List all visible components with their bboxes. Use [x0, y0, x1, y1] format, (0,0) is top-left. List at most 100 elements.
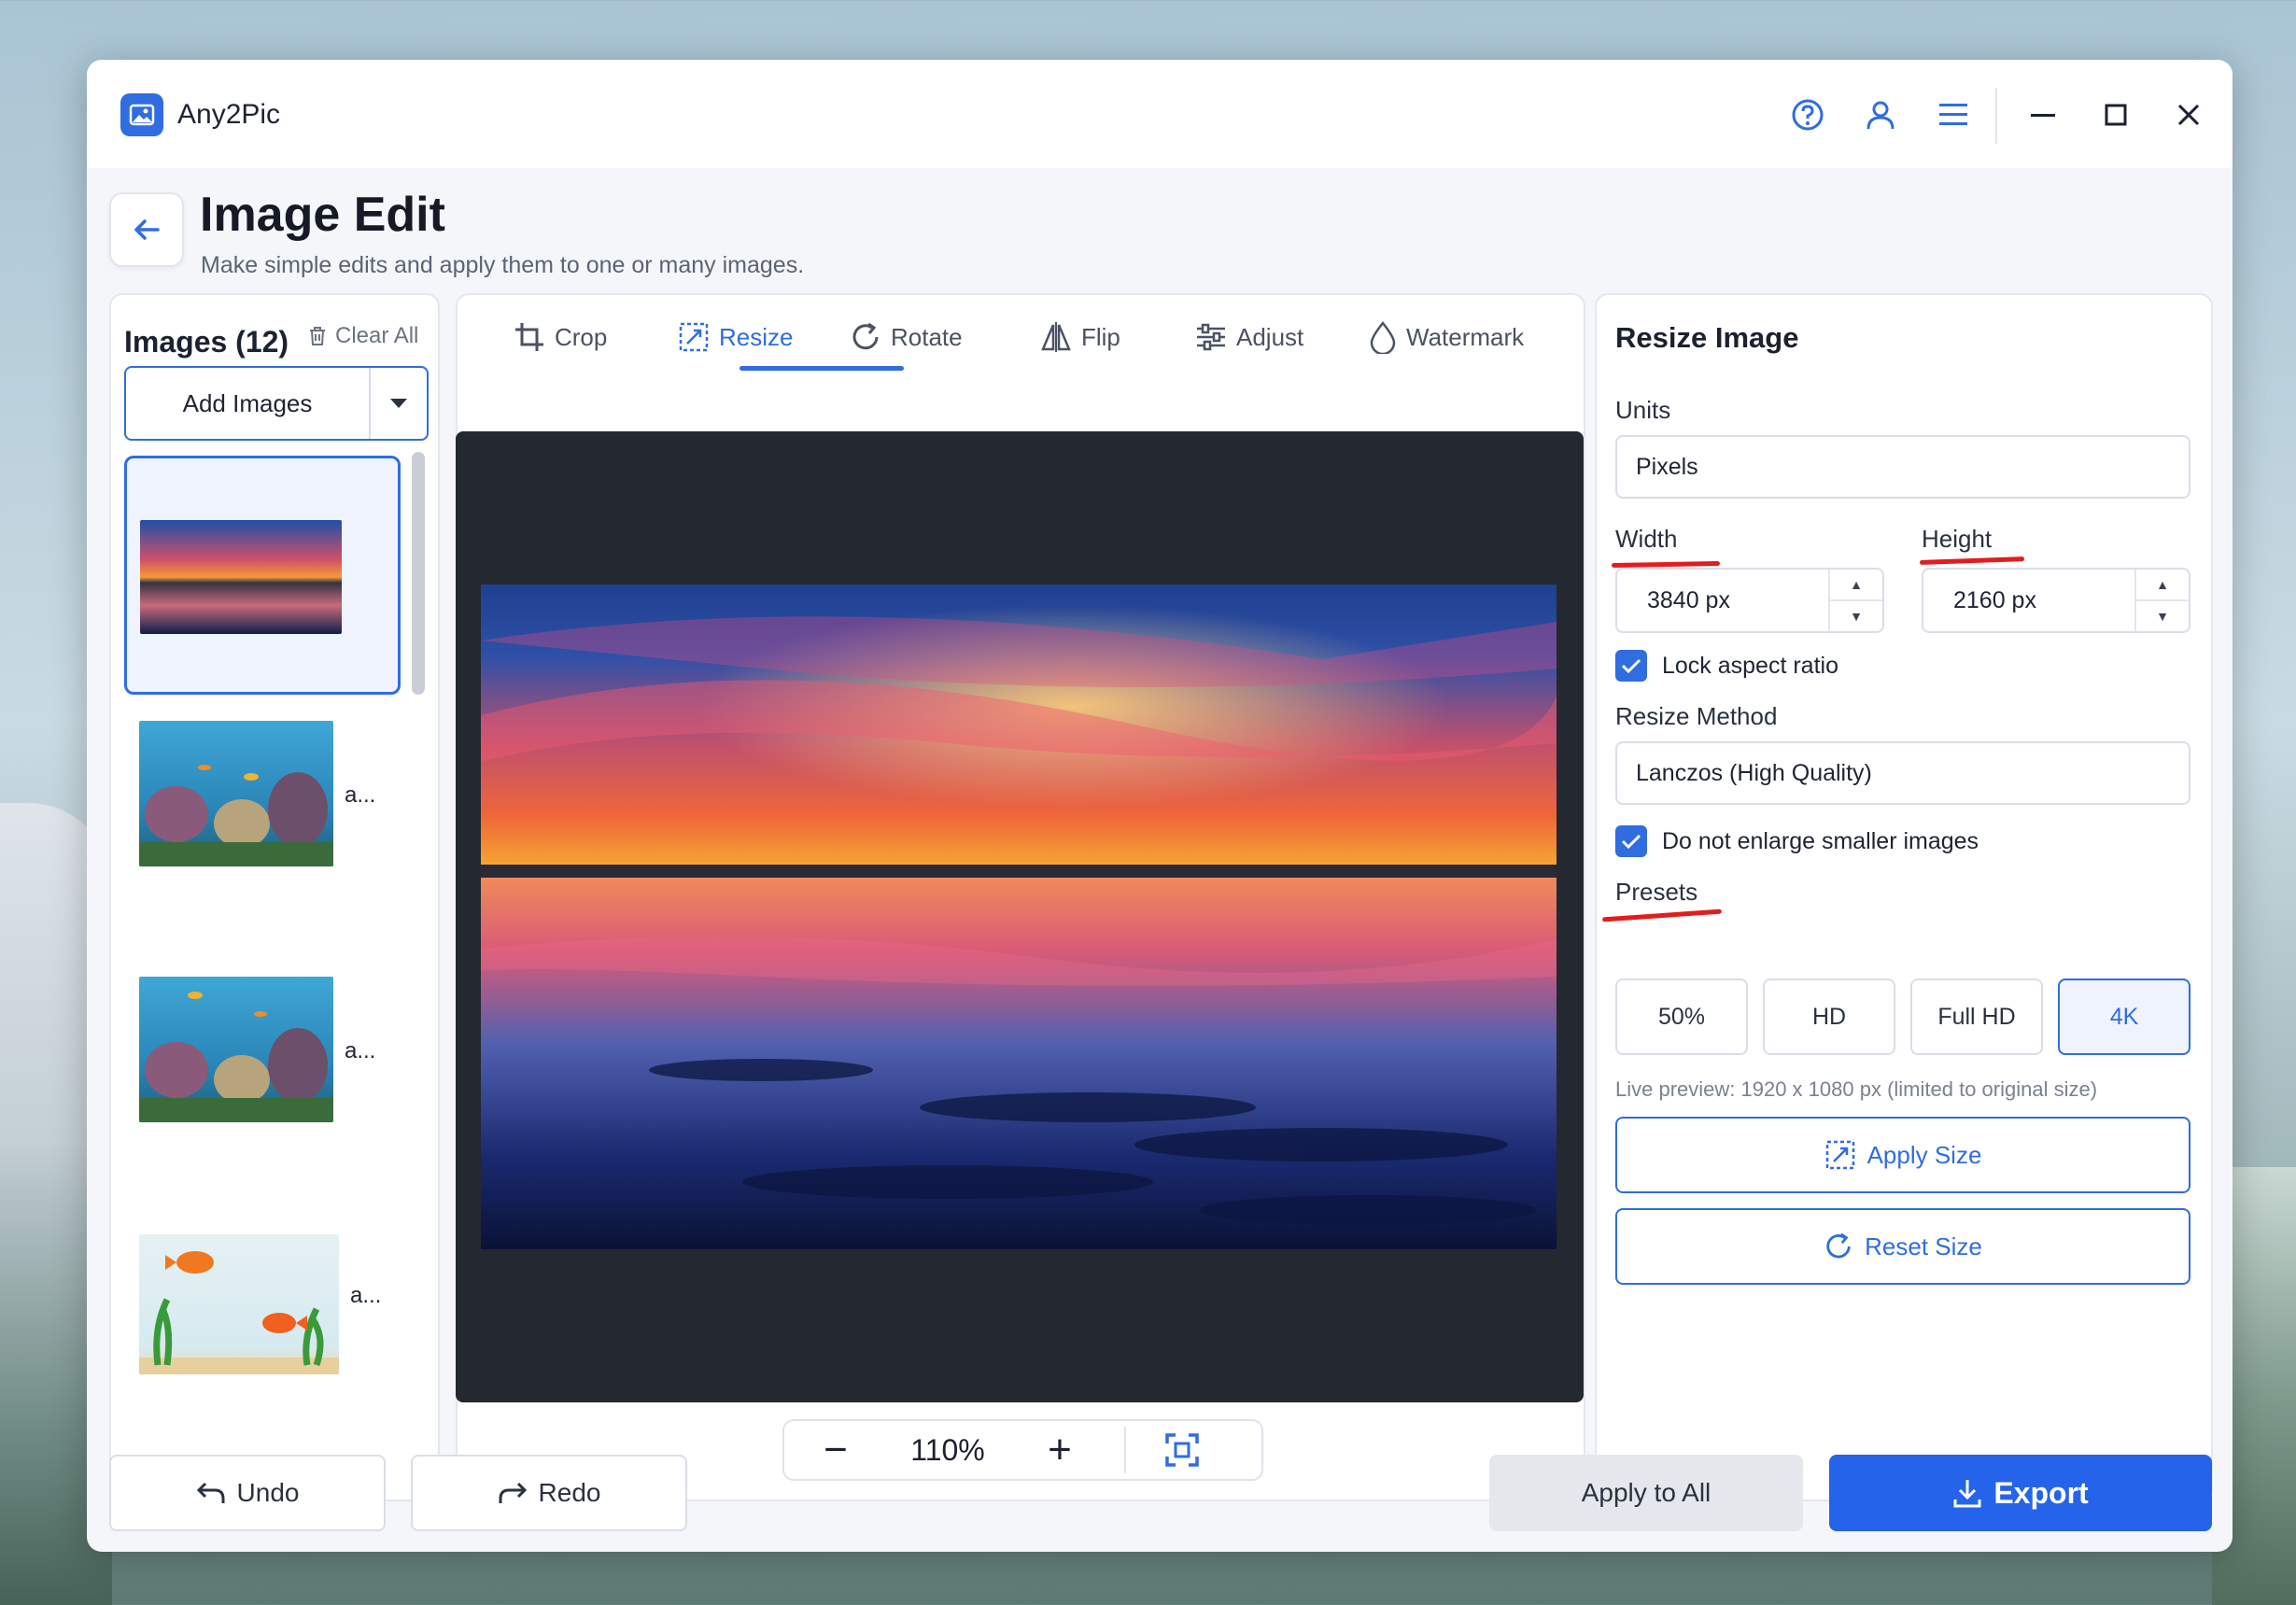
units-select[interactable]: Pixels: [1615, 435, 2190, 499]
checkmark-icon[interactable]: [1615, 825, 1647, 857]
fit-screen-icon: [1165, 1433, 1199, 1467]
clear-all-label: Clear All: [335, 323, 419, 348]
sunset-preview-image: [481, 584, 1556, 1249]
export-button[interactable]: Export: [1829, 1455, 2212, 1531]
image-list-scrollbar[interactable]: [412, 452, 425, 695]
close-icon[interactable]: [2165, 92, 2212, 138]
undo-label: Undo: [236, 1478, 300, 1507]
editor-panel: Crop Resize Rotate Flip Adjust Watermark: [456, 293, 1585, 1501]
increment-arrow-icon[interactable]: ▲: [1830, 570, 1882, 601]
redo-label: Redo: [538, 1478, 601, 1507]
images-panel: Images (12) Clear All Add Images s... a.…: [109, 293, 440, 1501]
aquarium-thumbnail: [139, 977, 333, 1122]
tab-resize[interactable]: Resize: [678, 312, 793, 362]
tab-watermark[interactable]: Watermark: [1369, 312, 1524, 362]
arrow-left-icon: [134, 219, 160, 240]
export-label: Export: [1993, 1475, 2089, 1510]
no-enlarge-label: Do not enlarge smaller images: [1662, 827, 1979, 854]
images-title: Images (12): [124, 325, 289, 359]
preset-4k[interactable]: 4K: [2058, 978, 2190, 1055]
preset-50-percent[interactable]: 50%: [1615, 978, 1748, 1055]
height-input[interactable]: 2160 px ▲ ▼: [1922, 568, 2190, 633]
watermark-icon: [1370, 320, 1396, 354]
app-name: Any2Pic: [177, 99, 281, 130]
tab-label: Crop: [555, 322, 608, 351]
resize-title: Resize Image: [1615, 321, 1799, 354]
annotation-underline: [1611, 560, 1721, 569]
reset-size-button[interactable]: Reset Size: [1615, 1208, 2190, 1285]
minimize-icon[interactable]: [2020, 92, 2066, 138]
width-input[interactable]: 3840 px ▲ ▼: [1615, 568, 1884, 633]
resize-icon: [679, 322, 709, 352]
clear-all-button[interactable]: Clear All: [307, 323, 418, 349]
image-name: a...: [345, 1038, 376, 1063]
aquarium-thumbnail: [139, 721, 333, 866]
download-icon: [1953, 1480, 1981, 1508]
tab-label: Rotate: [891, 322, 963, 351]
tab-label: Resize: [719, 322, 794, 351]
image-name: s...: [355, 565, 386, 590]
adjust-icon: [1197, 323, 1225, 351]
decrement-arrow-icon[interactable]: ▼: [1830, 601, 1882, 631]
add-images-dropdown[interactable]: [369, 368, 427, 439]
trash-icon: [310, 327, 325, 345]
menu-icon[interactable]: [1930, 92, 1977, 138]
image-list[interactable]: s... a... a... a...: [124, 456, 404, 1492]
apply-size-label: Apply Size: [1866, 1140, 1982, 1169]
decrement-arrow-icon[interactable]: ▼: [2136, 601, 2189, 631]
undo-button[interactable]: Undo: [109, 1455, 386, 1531]
resize-method-select[interactable]: Lanczos (High Quality): [1615, 741, 2190, 805]
edit-tabs: Crop Resize Rotate Flip Adjust Watermark: [458, 295, 1584, 372]
tab-flip[interactable]: Flip: [1040, 312, 1120, 362]
redo-button[interactable]: Redo: [411, 1455, 687, 1531]
tab-rotate[interactable]: Rotate: [850, 312, 963, 362]
resize-settings-panel: Resize Image Units Pixels Width 3840 px …: [1595, 293, 2213, 1501]
tab-label: Adjust: [1236, 322, 1304, 351]
zoom-level: 110%: [910, 1432, 985, 1467]
reset-size-label: Reset Size: [1865, 1232, 1982, 1260]
back-button[interactable]: [109, 192, 184, 267]
zoom-in-button[interactable]: +: [1008, 1421, 1111, 1479]
user-icon[interactable]: [1857, 92, 1904, 138]
rotate-icon: [852, 322, 879, 350]
fit-to-screen-button[interactable]: [1126, 1432, 1238, 1468]
image-preview-canvas[interactable]: [456, 431, 1584, 1402]
add-images-label: Add Images: [182, 388, 313, 417]
tab-crop[interactable]: Crop: [514, 312, 607, 362]
height-value[interactable]: 2160 px: [1923, 570, 2134, 631]
width-stepper[interactable]: ▲ ▼: [1828, 570, 1882, 631]
image-name: a...: [345, 782, 376, 808]
no-enlarge-checkbox[interactable]: Do not enlarge smaller images: [1615, 825, 1979, 857]
lock-aspect-checkbox[interactable]: Lock aspect ratio: [1615, 650, 1838, 682]
tab-label: Watermark: [1406, 322, 1525, 351]
maximize-icon[interactable]: [2092, 92, 2139, 138]
help-icon[interactable]: [1784, 92, 1831, 138]
list-item[interactable]: a...: [124, 1221, 401, 1460]
height-label: Height: [1922, 525, 1993, 553]
page-title: Image Edit: [200, 188, 445, 242]
preset-full-hd[interactable]: Full HD: [1910, 978, 2043, 1055]
add-images-button[interactable]: Add Images: [124, 366, 429, 441]
list-item[interactable]: a...: [124, 708, 401, 947]
width-value[interactable]: 3840 px: [1617, 570, 1828, 631]
apply-size-button[interactable]: Apply Size: [1615, 1117, 2190, 1193]
height-stepper[interactable]: ▲ ▼: [2134, 570, 2189, 631]
preset-hd[interactable]: HD: [1763, 978, 1895, 1055]
page-subtitle: Make simple edits and apply them to one …: [201, 252, 805, 278]
image-name: a...: [350, 1283, 382, 1308]
annotation-underline: [1601, 908, 1723, 922]
tab-adjust[interactable]: Adjust: [1195, 312, 1303, 362]
width-label: Width: [1615, 525, 1678, 553]
goldfish-thumbnail: [139, 1234, 339, 1374]
redo-icon: [499, 1482, 527, 1503]
resize-icon: [1825, 1140, 1854, 1170]
zoom-controls: − 110% +: [782, 1419, 1263, 1481]
list-item[interactable]: a...: [124, 964, 401, 1203]
caret-down-icon: [390, 399, 407, 408]
apply-to-all-button[interactable]: Apply to All: [1489, 1455, 1803, 1531]
reset-icon: [1826, 1232, 1851, 1259]
increment-arrow-icon[interactable]: ▲: [2136, 570, 2189, 601]
list-item[interactable]: s...: [124, 456, 401, 695]
zoom-out-button[interactable]: −: [784, 1421, 887, 1479]
checkmark-icon[interactable]: [1615, 650, 1647, 682]
